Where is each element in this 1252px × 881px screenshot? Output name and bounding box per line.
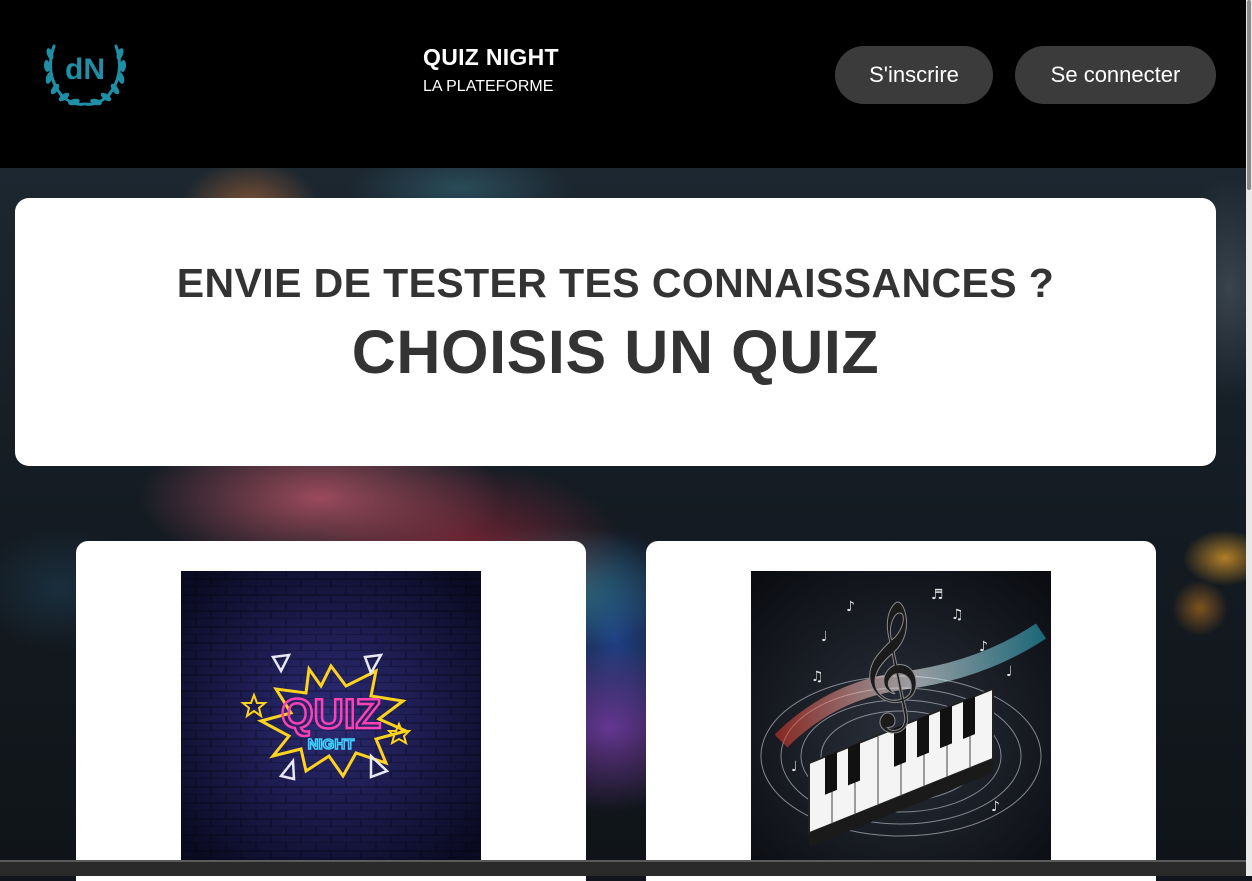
hero-question: ENVIE DE TESTER TES CONNAISSANCES ?	[176, 260, 1055, 306]
scrollbar-thumb[interactable]	[1247, 0, 1251, 190]
quiz-card-music[interactable]: 𝄞 ♪ ♫ ♩ ♪ ♫ ♩ ♬ ♪ ♩	[646, 541, 1156, 881]
logo-text: dN	[65, 53, 105, 86]
quiz-card-general[interactable]: QUIZ NIGHT	[76, 541, 586, 881]
svg-text:♫: ♫	[811, 669, 824, 685]
brand: QUIZ NIGHT LA PLATEFORME	[423, 44, 559, 96]
site-title: QUIZ NIGHT	[423, 44, 559, 70]
svg-text:♪: ♪	[991, 799, 1000, 815]
neon-night-text: NIGHT	[308, 736, 355, 753]
svg-text:♪: ♪	[846, 599, 855, 615]
register-button[interactable]: S'inscrire	[835, 46, 993, 104]
svg-text:♩: ♩	[791, 759, 798, 775]
music-piano-image[interactable]: 𝄞 ♪ ♫ ♩ ♪ ♫ ♩ ♬ ♪ ♩	[751, 571, 1051, 861]
neon-quiz-text: QUIZ	[281, 690, 381, 737]
site-subtitle: LA PLATEFORME	[423, 78, 554, 95]
quiz-night-neon-image[interactable]: QUIZ NIGHT	[181, 571, 481, 861]
svg-text:♪: ♪	[979, 639, 988, 655]
hero-panel: ENVIE DE TESTER TES CONNAISSANCES ? CHOI…	[15, 198, 1216, 466]
window-bottom-edge	[0, 860, 1246, 876]
svg-text:♫: ♫	[951, 607, 964, 623]
treble-clef-icon: 𝄞	[856, 599, 921, 733]
svg-text:♩: ♩	[821, 629, 828, 645]
site-header: dN QUIZ NIGHT LA PLATEFORME S'inscrire S…	[0, 0, 1246, 168]
logo[interactable]: dN	[40, 34, 130, 110]
hero-cta-heading: CHOISIS UN QUIZ	[351, 318, 880, 386]
svg-text:♩: ♩	[1006, 664, 1013, 680]
login-button[interactable]: Se connecter	[1015, 46, 1216, 104]
svg-text:♬: ♬	[931, 587, 944, 603]
